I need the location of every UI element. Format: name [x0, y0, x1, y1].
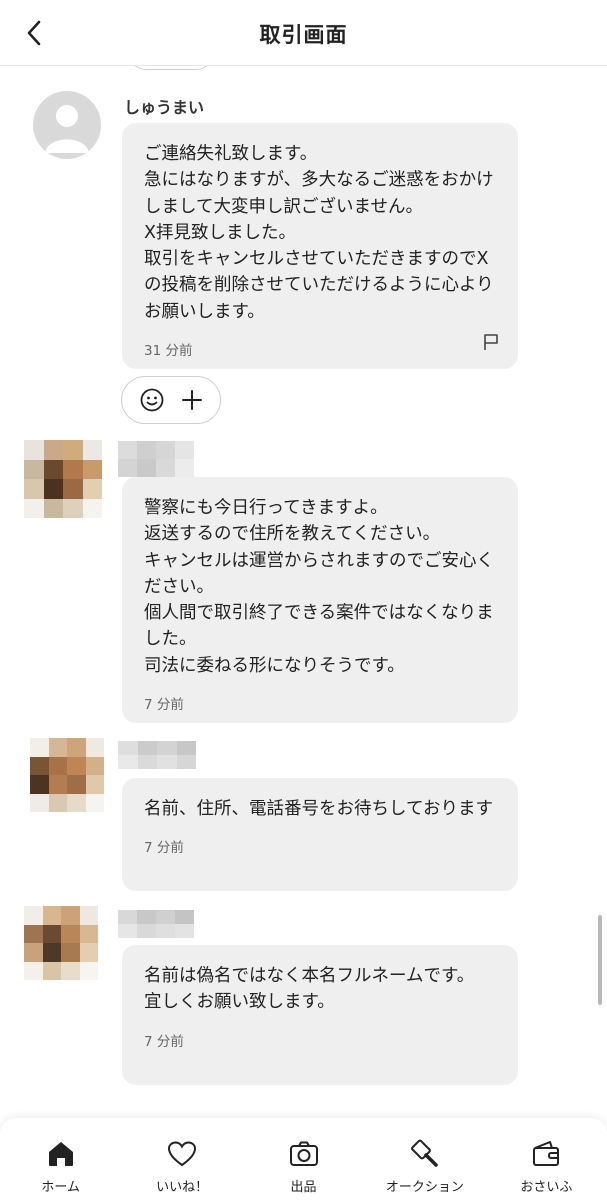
header: 取引画面 [0, 0, 607, 66]
message-bubble: ご連絡失礼致します。 急にはなりますが、多大なるご迷惑をおかけしまして大変申し訳… [122, 123, 518, 369]
message-time: 7 分前 [144, 1033, 184, 1050]
camera-icon [289, 1141, 318, 1166]
home-icon [48, 1142, 73, 1166]
message-time: 31 分前 [144, 343, 193, 360]
avatar-blurred[interactable] [30, 738, 104, 812]
page-title: 取引画面 [259, 23, 348, 47]
bottom-tab-bar: ホーム いいね！ 出品 オークション おさいふ [0, 1118, 607, 1200]
heart-icon [168, 1141, 197, 1167]
scrollbar[interactable] [598, 915, 602, 1005]
wallet-icon [533, 1141, 560, 1166]
message-text: 警察にも今日行ってきますよ。 返送するので住所を教えてください。 キャンセルは運… [144, 498, 494, 676]
gavel-icon [410, 1139, 438, 1167]
tab-label: おさいふ [520, 1180, 573, 1195]
tab-listing[interactable]: 出品 [243, 1118, 364, 1200]
default-user-icon [45, 105, 89, 153]
sender-name: しゅうまい [124, 98, 205, 117]
message-time: 7 分前 [144, 840, 184, 857]
tab-label: 出品 [290, 1180, 317, 1195]
tab-likes[interactable]: いいね！ [121, 1118, 242, 1200]
sender-name-blurred [118, 910, 194, 938]
tab-wallet[interactable]: おさいふ [486, 1118, 607, 1200]
tab-auction[interactable]: オークション [364, 1118, 485, 1200]
avatar-blurred[interactable] [24, 906, 98, 980]
message-text: 名前、住所、電話番号をお待ちしております [144, 799, 493, 819]
flag-icon[interactable] [482, 333, 500, 351]
avatar-blurred[interactable] [24, 440, 102, 518]
tab-label: いいね！ [156, 1180, 209, 1195]
sender-name-blurred [118, 441, 194, 477]
message-bubble: 名前は偽名ではなく本名フルネームです。 宜しくお願い致します。 7 分前 [122, 945, 518, 1085]
message-text: ご連絡失礼致します。 急にはなりますが、多大なるご迷惑をおかけしまして大変申し訳… [144, 144, 494, 322]
message-bubble: 警察にも今日行ってきますよ。 返送するので住所を教えてください。 キャンセルは運… [122, 477, 518, 723]
message-text: 名前は偽名ではなく本名フルネームです。 宜しくお願い致します。 [144, 966, 475, 1013]
message-time: 7 分前 [144, 697, 184, 714]
tab-home[interactable]: ホーム [0, 1118, 121, 1200]
tab-label: ホーム [41, 1180, 81, 1195]
reaction-button[interactable] [121, 376, 221, 424]
tab-label: オークション [385, 1180, 464, 1195]
smiley-icon [140, 388, 164, 412]
sender-name-blurred [118, 741, 196, 769]
plus-icon [182, 390, 203, 410]
message-bubble: 名前、住所、電話番号をお待ちしております 7 分前 [122, 778, 518, 891]
avatar[interactable] [33, 91, 101, 159]
